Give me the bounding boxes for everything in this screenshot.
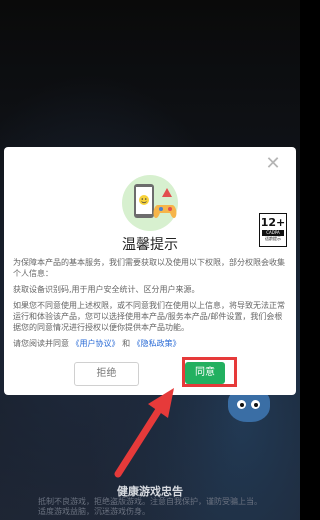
mascot-eye	[237, 400, 246, 409]
permission-dialog: ✕ 12+ CADPA 适龄提示 温馨提示 为保障本产品的基本服务，我们需要获取…	[4, 147, 296, 395]
user-agreement-link[interactable]: 《用户协议》	[72, 339, 120, 348]
mascot-eye	[251, 400, 260, 409]
dialog-paragraph: 为保障本产品的基本服务，我们需要获取以及使用以下权限，部分权限会收集个人信息：	[13, 258, 285, 278]
agreement-line: 请您阅读并同意 《用户协议》 和 《隐私政策》	[13, 338, 289, 349]
close-icon[interactable]: ✕	[264, 155, 282, 173]
agreement-conj: 和	[122, 339, 131, 348]
dialog-title: 温馨提示	[122, 237, 178, 253]
reject-button[interactable]: 拒绝	[74, 362, 139, 386]
agreement-prefix: 请您阅读并同意	[13, 339, 69, 348]
pointer-arrow-icon	[114, 388, 174, 478]
dialog-paragraph: 获取设备识别码,用于用户安全统计、区分用户来源。	[13, 285, 200, 294]
agree-highlight-box	[182, 357, 237, 387]
age-rating-number: 12+	[260, 216, 286, 229]
dialog-paragraph: 如果您不同意使用上述权限，或不同意我们在使用以上信息，将导致无法正常运行和体验该…	[13, 301, 285, 332]
game-phone-illustration	[122, 175, 178, 231]
health-advisory-text: 抵制不良游戏，拒绝盗版游戏。注意自我保护，谨防受骗上当。适度游戏益脑，沉迷游戏伤…	[38, 497, 262, 516]
dialog-content: 为保障本产品的基本服务，我们需要获取以及使用以下权限，部分权限会收集个人信息： …	[13, 257, 289, 354]
privacy-policy-link[interactable]: 《隐私政策》	[133, 339, 181, 348]
